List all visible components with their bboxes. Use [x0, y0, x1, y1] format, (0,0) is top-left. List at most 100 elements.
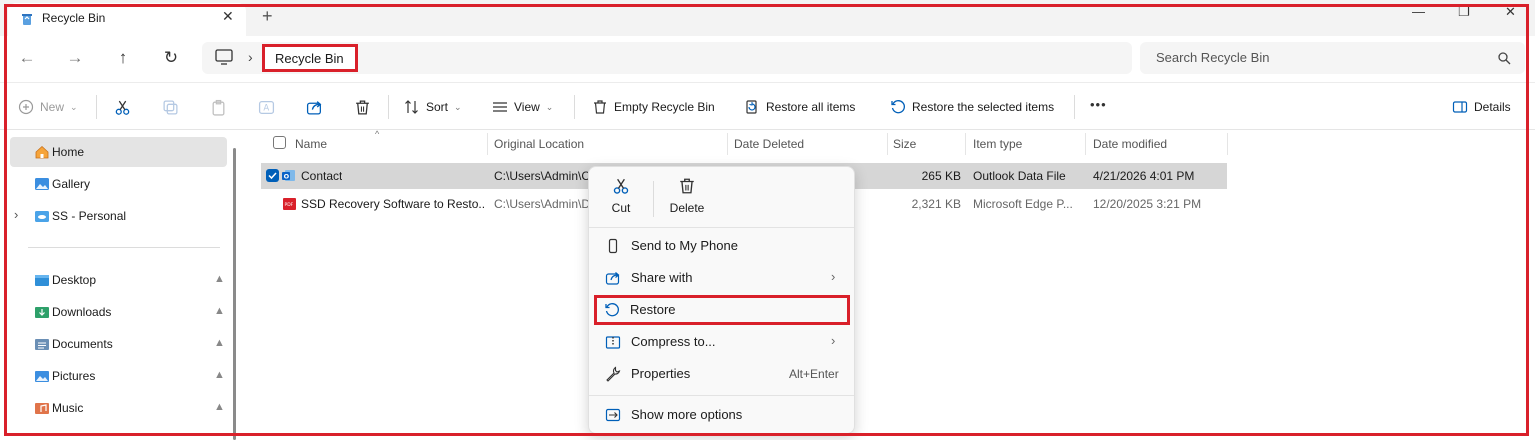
sidebar-item-pictures[interactable]: Pictures ▲ [10, 361, 227, 391]
address-bar[interactable]: › Recycle Bin [202, 42, 1132, 74]
navigation-pane: Home Gallery › SS - Personal Desktop ▲ D… [10, 131, 236, 440]
expand-chevron-icon[interactable]: › [14, 207, 18, 222]
close-window-button[interactable]: ✕ [1505, 4, 1516, 20]
forward-button[interactable]: → [64, 48, 86, 68]
up-button[interactable]: ↑ [112, 48, 134, 68]
this-pc-icon[interactable] [214, 49, 234, 65]
restore-selected-label: Restore the selected items [912, 100, 1055, 114]
breadcrumb-separator: › [248, 49, 253, 65]
maximize-button[interactable]: ❐ [1458, 4, 1470, 20]
sidebar-item-desktop[interactable]: Desktop ▲ [10, 265, 227, 295]
view-button[interactable]: View ⌄ [492, 99, 553, 115]
context-delete-button[interactable]: Delete [657, 177, 717, 227]
share-icon[interactable] [306, 99, 323, 116]
column-header-date-modified[interactable]: Date modified [1093, 137, 1167, 151]
restore-selected-button[interactable]: Restore the selected items [890, 99, 1054, 115]
details-label: Details [1474, 100, 1511, 114]
pdf-file-icon: PDF [283, 198, 296, 210]
column-header-item-type[interactable]: Item type [973, 137, 1022, 151]
context-show-more-options[interactable]: Show more options [595, 400, 849, 430]
context-divider [653, 181, 654, 217]
breadcrumb-recycle-bin[interactable]: Recycle Bin [262, 44, 358, 72]
downloads-folder-icon [35, 307, 49, 318]
tab-bar: Recycle Bin ✕ + — ❐ ✕ [0, 0, 1535, 36]
empty-recycle-bin-button[interactable]: Empty Recycle Bin [592, 99, 715, 115]
sidebar-item-label: Gallery [52, 177, 91, 191]
file-name: Contact [301, 169, 343, 183]
sidebar-item-home[interactable]: Home [10, 137, 227, 167]
minimize-button[interactable]: — [1412, 4, 1425, 19]
context-cut-button[interactable]: Cut [591, 177, 651, 227]
sidebar-item-downloads[interactable]: Downloads ▲ [10, 297, 227, 327]
delete-label: Delete [669, 201, 705, 215]
copy-icon[interactable] [162, 99, 179, 116]
delete-icon[interactable] [354, 99, 371, 116]
share-icon [605, 272, 620, 285]
context-compress-to[interactable]: Compress to... › [595, 327, 849, 357]
context-send-to-phone[interactable]: Send to My Phone [595, 231, 849, 261]
column-header-size[interactable]: Size [893, 137, 916, 151]
new-button[interactable]: New ⌄ [18, 99, 78, 115]
file-list: ^ Name Original Location Date Deleted Si… [247, 129, 1525, 440]
svg-text:A: A [263, 104, 269, 114]
restore-all-button[interactable]: Restore all items [744, 99, 855, 115]
details-pane-button[interactable]: Details [1452, 99, 1511, 115]
details-pane-icon [1452, 101, 1468, 113]
check-icon [268, 172, 277, 180]
column-divider[interactable] [1085, 133, 1086, 155]
sort-button[interactable]: Sort ⌄ [404, 99, 462, 115]
sidebar-item-gallery[interactable]: Gallery [10, 169, 227, 199]
share-with-label: Share with [631, 270, 693, 285]
context-restore[interactable]: Restore [594, 295, 850, 325]
paste-icon[interactable] [210, 99, 227, 116]
breadcrumb-label: Recycle Bin [275, 51, 344, 66]
sidebar-item-ss-personal[interactable]: › SS - Personal [10, 201, 227, 231]
column-divider[interactable] [727, 133, 728, 155]
context-share-with[interactable]: Share with › [595, 263, 849, 293]
navigation-bar: ← → ↑ ↻ › Recycle Bin Search Recycle Bin [0, 36, 1535, 82]
tab-close-icon[interactable]: ✕ [222, 8, 234, 25]
back-button[interactable]: ← [16, 48, 38, 68]
properties-shortcut: Alt+Enter [789, 367, 839, 381]
search-box[interactable]: Search Recycle Bin [1140, 42, 1525, 74]
column-header-original-location[interactable]: Original Location [494, 137, 584, 151]
sidebar-item-label: SS - Personal [52, 209, 127, 223]
column-header-name[interactable]: Name [295, 137, 327, 151]
sidebar-item-label: Music [52, 401, 84, 415]
context-properties[interactable]: Properties Alt+Enter [595, 359, 849, 389]
toolbar-divider [96, 95, 97, 119]
tab-recycle-bin[interactable]: Recycle Bin ✕ [8, 3, 246, 36]
sidebar-item-label: Documents [52, 337, 113, 351]
file-location: C:\Users\Admin\C [494, 169, 588, 183]
restore-all-icon [746, 100, 757, 114]
cut-icon[interactable] [114, 99, 131, 116]
column-divider[interactable] [887, 133, 888, 155]
context-divider [589, 227, 854, 228]
pin-icon[interactable]: ▲ [214, 337, 225, 349]
sidebar-item-music[interactable]: Music ▲ [10, 393, 227, 423]
column-divider[interactable] [487, 133, 488, 155]
column-divider[interactable] [965, 133, 966, 155]
gallery-icon [35, 178, 49, 190]
properties-label: Properties [631, 366, 691, 381]
chevron-down-icon: ⌄ [70, 101, 78, 112]
pin-icon[interactable]: ▲ [214, 369, 225, 381]
restore-label: Restore [630, 302, 676, 317]
column-divider[interactable] [1227, 133, 1228, 155]
send-to-phone-label: Send to My Phone [631, 238, 738, 253]
pin-icon[interactable]: ▲ [214, 273, 225, 285]
sidebar-item-documents[interactable]: Documents ▲ [10, 329, 227, 359]
row-checkbox[interactable] [266, 169, 279, 182]
pin-icon[interactable]: ▲ [214, 305, 225, 317]
file-size: 265 KB [921, 169, 961, 183]
select-all-checkbox[interactable] [273, 136, 286, 149]
phone-icon [608, 238, 618, 254]
rename-icon[interactable]: A [258, 99, 275, 116]
sidebar-item-label: Desktop [52, 273, 97, 287]
refresh-button[interactable]: ↻ [160, 48, 182, 68]
pin-icon[interactable]: ▲ [214, 401, 225, 413]
more-options-icon[interactable]: ••• [1090, 97, 1107, 112]
new-tab-button[interactable]: + [262, 6, 273, 27]
column-header-date-deleted[interactable]: Date Deleted [734, 137, 804, 151]
sidebar-scrollbar[interactable] [233, 148, 236, 440]
